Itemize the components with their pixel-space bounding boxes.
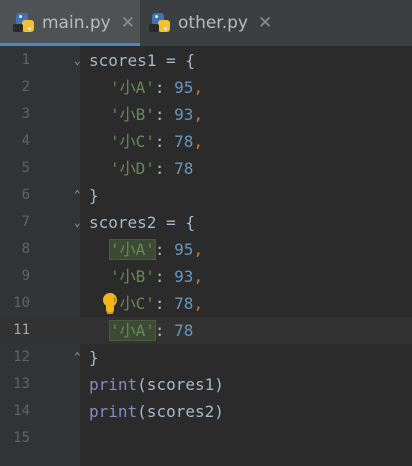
line-number: 12 [13,349,30,365]
line-number: 14 [13,403,30,419]
line-number: 1 [21,52,30,68]
code-text: '小A': 95, [110,74,203,101]
line-number: 13 [13,376,30,392]
line-number: 10 [13,295,30,311]
code-token: scores2 = { [89,213,195,232]
num-token: 78 [174,132,194,151]
line-number: 15 [13,430,30,446]
code-text: } [89,182,99,209]
tab-main-py[interactable]: main.py ✕ [0,0,140,46]
line-number: 5 [21,160,30,176]
code-text: '小B': 93, [110,101,203,128]
fold-close-icon[interactable]: ⌃ [74,351,84,362]
close-icon[interactable]: ✕ [121,13,135,33]
code-text: scores2 = { [89,209,195,236]
fn-token: print [89,375,138,394]
code-token: } [89,186,99,205]
code-text: print(scores2) [89,398,224,425]
code-line[interactable]: 7 ⌄ scores2 = { [0,209,412,236]
code-text: '小D': 78 [110,155,193,182]
code-token: } [89,348,99,367]
code-text: '小B': 93, [110,263,203,290]
str-token: '小A' [109,239,156,260]
code-text: } [89,344,99,371]
code-line[interactable]: 5 '小D': 78 [0,155,412,182]
line-number: 3 [21,106,30,122]
code-token: : [154,294,175,313]
kw-token: , [193,132,204,151]
code-line[interactable]: 9 '小B': 93, [0,263,412,290]
code-token: (scores2) [137,402,224,421]
str-token: '小A' [110,78,155,97]
fold-close-icon[interactable]: ⌃ [74,189,84,200]
code-text: '小A': 78 [109,317,194,344]
code-line[interactable]: 15 [0,425,412,452]
code-token: : [154,240,175,259]
code-token: (scores1) [137,375,224,394]
str-token: '小B' [110,105,155,124]
code-text: print(scores1) [89,371,224,398]
num-token: 78 [174,321,194,340]
code-line[interactable]: 14 print(scores2) [0,398,412,425]
code-token: : [154,321,175,340]
tab-label: main.py [42,13,111,33]
code-text: scores1 = { [89,47,195,74]
code-line[interactable]: 2 '小A': 95, [0,74,412,101]
code-text: '小C': 78, [110,128,203,155]
str-token: '小B' [110,267,155,286]
code-line[interactable]: 6 ⌃} [0,182,412,209]
close-icon[interactable]: ✕ [258,13,272,33]
line-number: 11 [13,322,30,338]
kw-token: , [193,105,204,124]
python-file-icon [149,12,172,34]
tab-label: other.py [178,13,248,33]
fn-token: print [89,402,138,421]
num-token: 93 [174,105,194,124]
str-token: '小D' [110,159,155,178]
str-token: '小A' [109,320,156,341]
code-line[interactable]: 10 '小C': 78, [0,290,412,317]
line-number: 8 [21,241,30,257]
code-line[interactable]: 11 '小A': 78 [0,317,412,344]
kw-token: , [193,240,204,259]
kw-token: , [193,78,204,97]
num-token: 78 [174,294,194,313]
editor-tab-bar: main.py ✕ other.py ✕ [0,0,412,46]
str-token: '小C' [110,294,155,313]
code-token: : [154,159,175,178]
code-line[interactable]: 4 '小C': 78, [0,128,412,155]
code-token: : [154,105,175,124]
kw-token: , [193,267,204,286]
code-line[interactable]: 1 ⌄ scores1 = { [0,47,412,74]
line-number: 6 [21,187,30,203]
line-number: 9 [21,268,30,284]
num-token: 95 [174,78,194,97]
fold-open-icon[interactable]: ⌄ [74,55,84,66]
line-number: 4 [21,133,30,149]
code-text: '小C': 78, [110,290,203,317]
str-token: '小C' [110,132,155,151]
code-token: scores1 = { [89,51,195,70]
code-token: : [154,267,175,286]
code-token: : [154,132,175,151]
kw-token: , [193,294,204,313]
code-token: : [154,78,175,97]
num-token: 93 [174,267,194,286]
line-number: 2 [21,79,30,95]
num-token: 78 [174,159,194,178]
code-text: '小A': 95, [109,236,204,263]
line-number: 7 [21,214,30,230]
python-file-icon [13,12,36,34]
code-line[interactable]: 8 '小A': 95, [0,236,412,263]
fold-open-icon[interactable]: ⌄ [74,217,84,228]
code-line[interactable]: 12 ⌃} [0,344,412,371]
tab-other-py[interactable]: other.py ✕ [140,0,290,46]
code-line[interactable]: 3 '小B': 93, [0,101,412,128]
num-token: 95 [174,240,194,259]
code-line[interactable]: 13 print(scores1) [0,371,412,398]
code-editor[interactable]: 1 ⌄ scores1 = {2 '小A': 95, 3 '小B': 93, 4 '小C': … [0,46,412,466]
